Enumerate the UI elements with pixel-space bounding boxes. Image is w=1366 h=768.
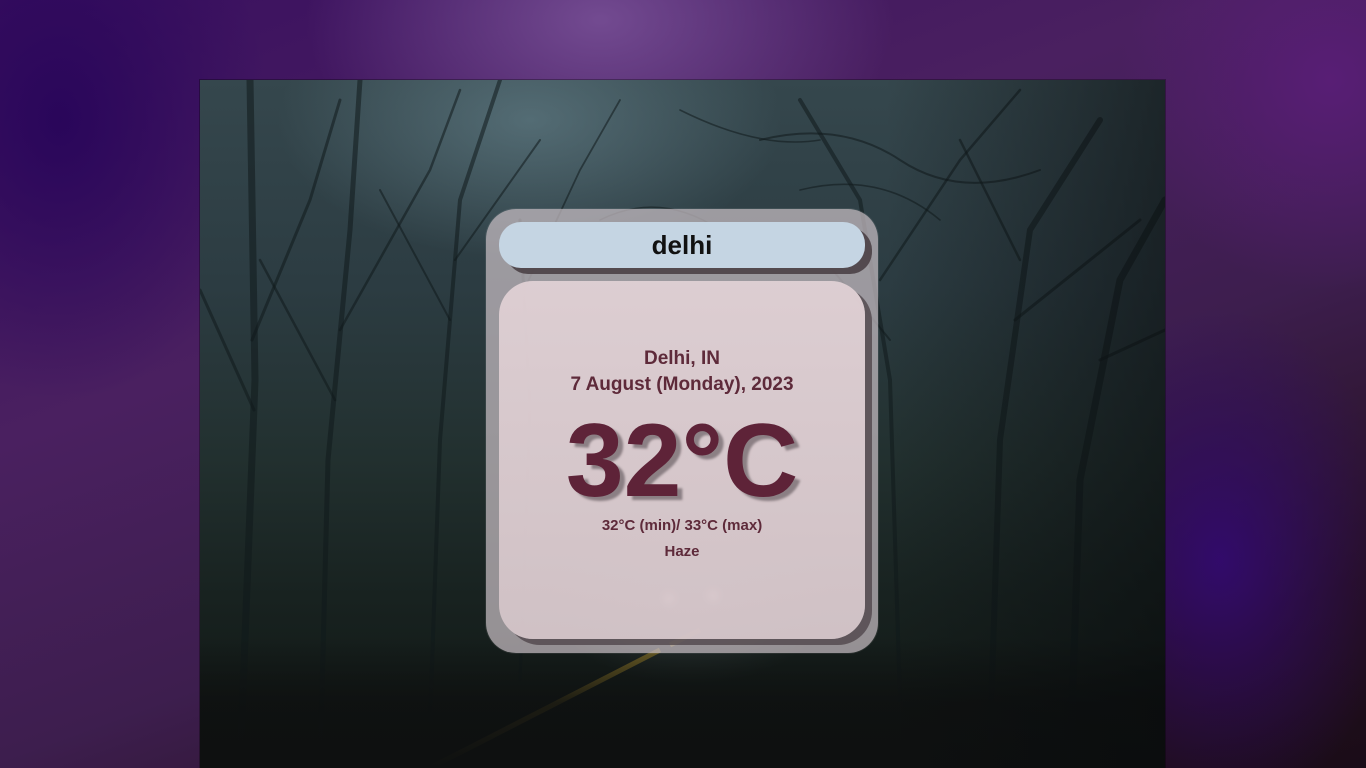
min-max-temperature: 32°C (min)/ 33°C (max) xyxy=(601,517,763,534)
weather-result-panel: Delhi, IN 7 August (Monday), 2023 32°C 3… xyxy=(499,281,865,639)
weather-card: Delhi, IN 7 August (Monday), 2023 32°C 3… xyxy=(486,209,878,653)
location-label: Delhi, IN xyxy=(643,348,720,369)
city-search-input[interactable] xyxy=(499,222,865,268)
weather-condition: Haze xyxy=(664,543,700,560)
current-temperature: 32°C xyxy=(565,403,799,519)
road xyxy=(200,638,1165,768)
date-label: 7 August (Monday), 2023 xyxy=(570,374,794,395)
